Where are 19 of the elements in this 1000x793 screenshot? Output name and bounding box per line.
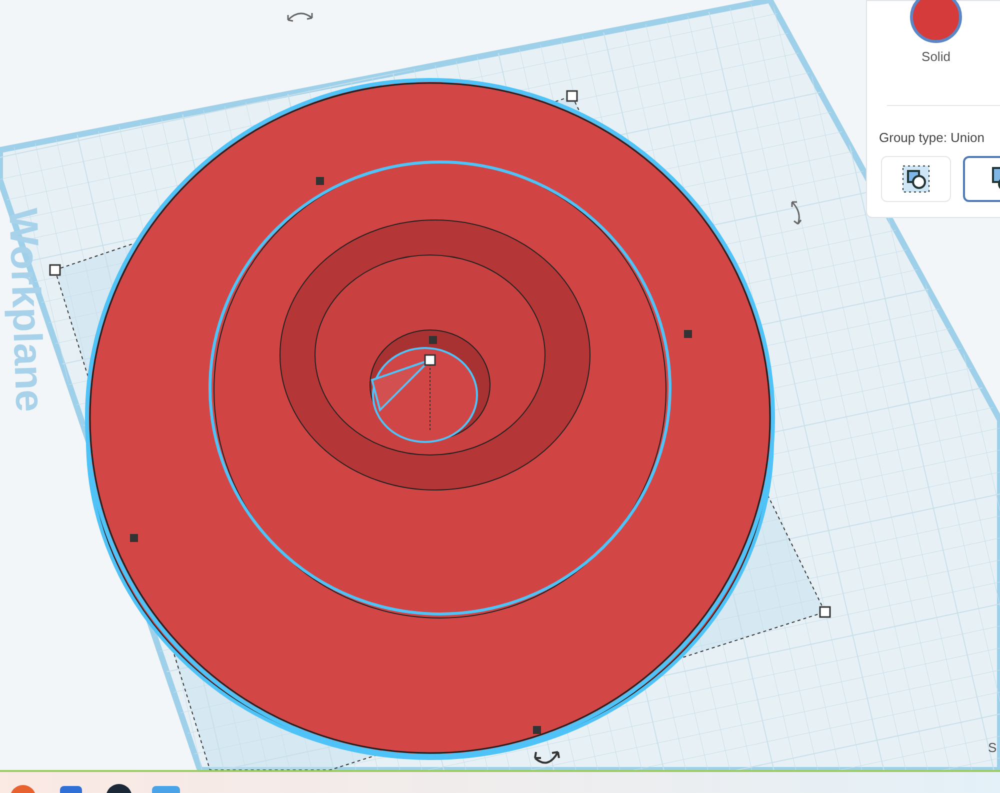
workplane-label: Workplane	[2, 206, 50, 415]
ring-model-drawing[interactable]	[85, 78, 775, 760]
edge-handle[interactable]	[429, 336, 437, 344]
swatch-label: Solid	[922, 48, 950, 66]
rotate-handle-icon[interactable]	[287, 12, 313, 22]
resize-handle[interactable]	[566, 90, 578, 102]
resize-handle[interactable]	[819, 606, 831, 618]
color-swatch[interactable]	[910, 0, 962, 43]
rotate-handle-icon[interactable]	[791, 201, 802, 225]
rotate-handle-icon[interactable]	[534, 751, 560, 764]
resize-handle[interactable]	[424, 354, 436, 366]
union-icon	[901, 164, 931, 194]
edge-handle[interactable]	[533, 726, 541, 734]
edge-handle[interactable]	[684, 330, 692, 338]
edge-handle[interactable]	[130, 534, 138, 542]
group-type-label: Group type: Union	[879, 128, 986, 147]
edge-handle[interactable]	[316, 177, 324, 185]
resize-handle[interactable]	[49, 264, 61, 276]
edge-label: S	[988, 739, 997, 757]
